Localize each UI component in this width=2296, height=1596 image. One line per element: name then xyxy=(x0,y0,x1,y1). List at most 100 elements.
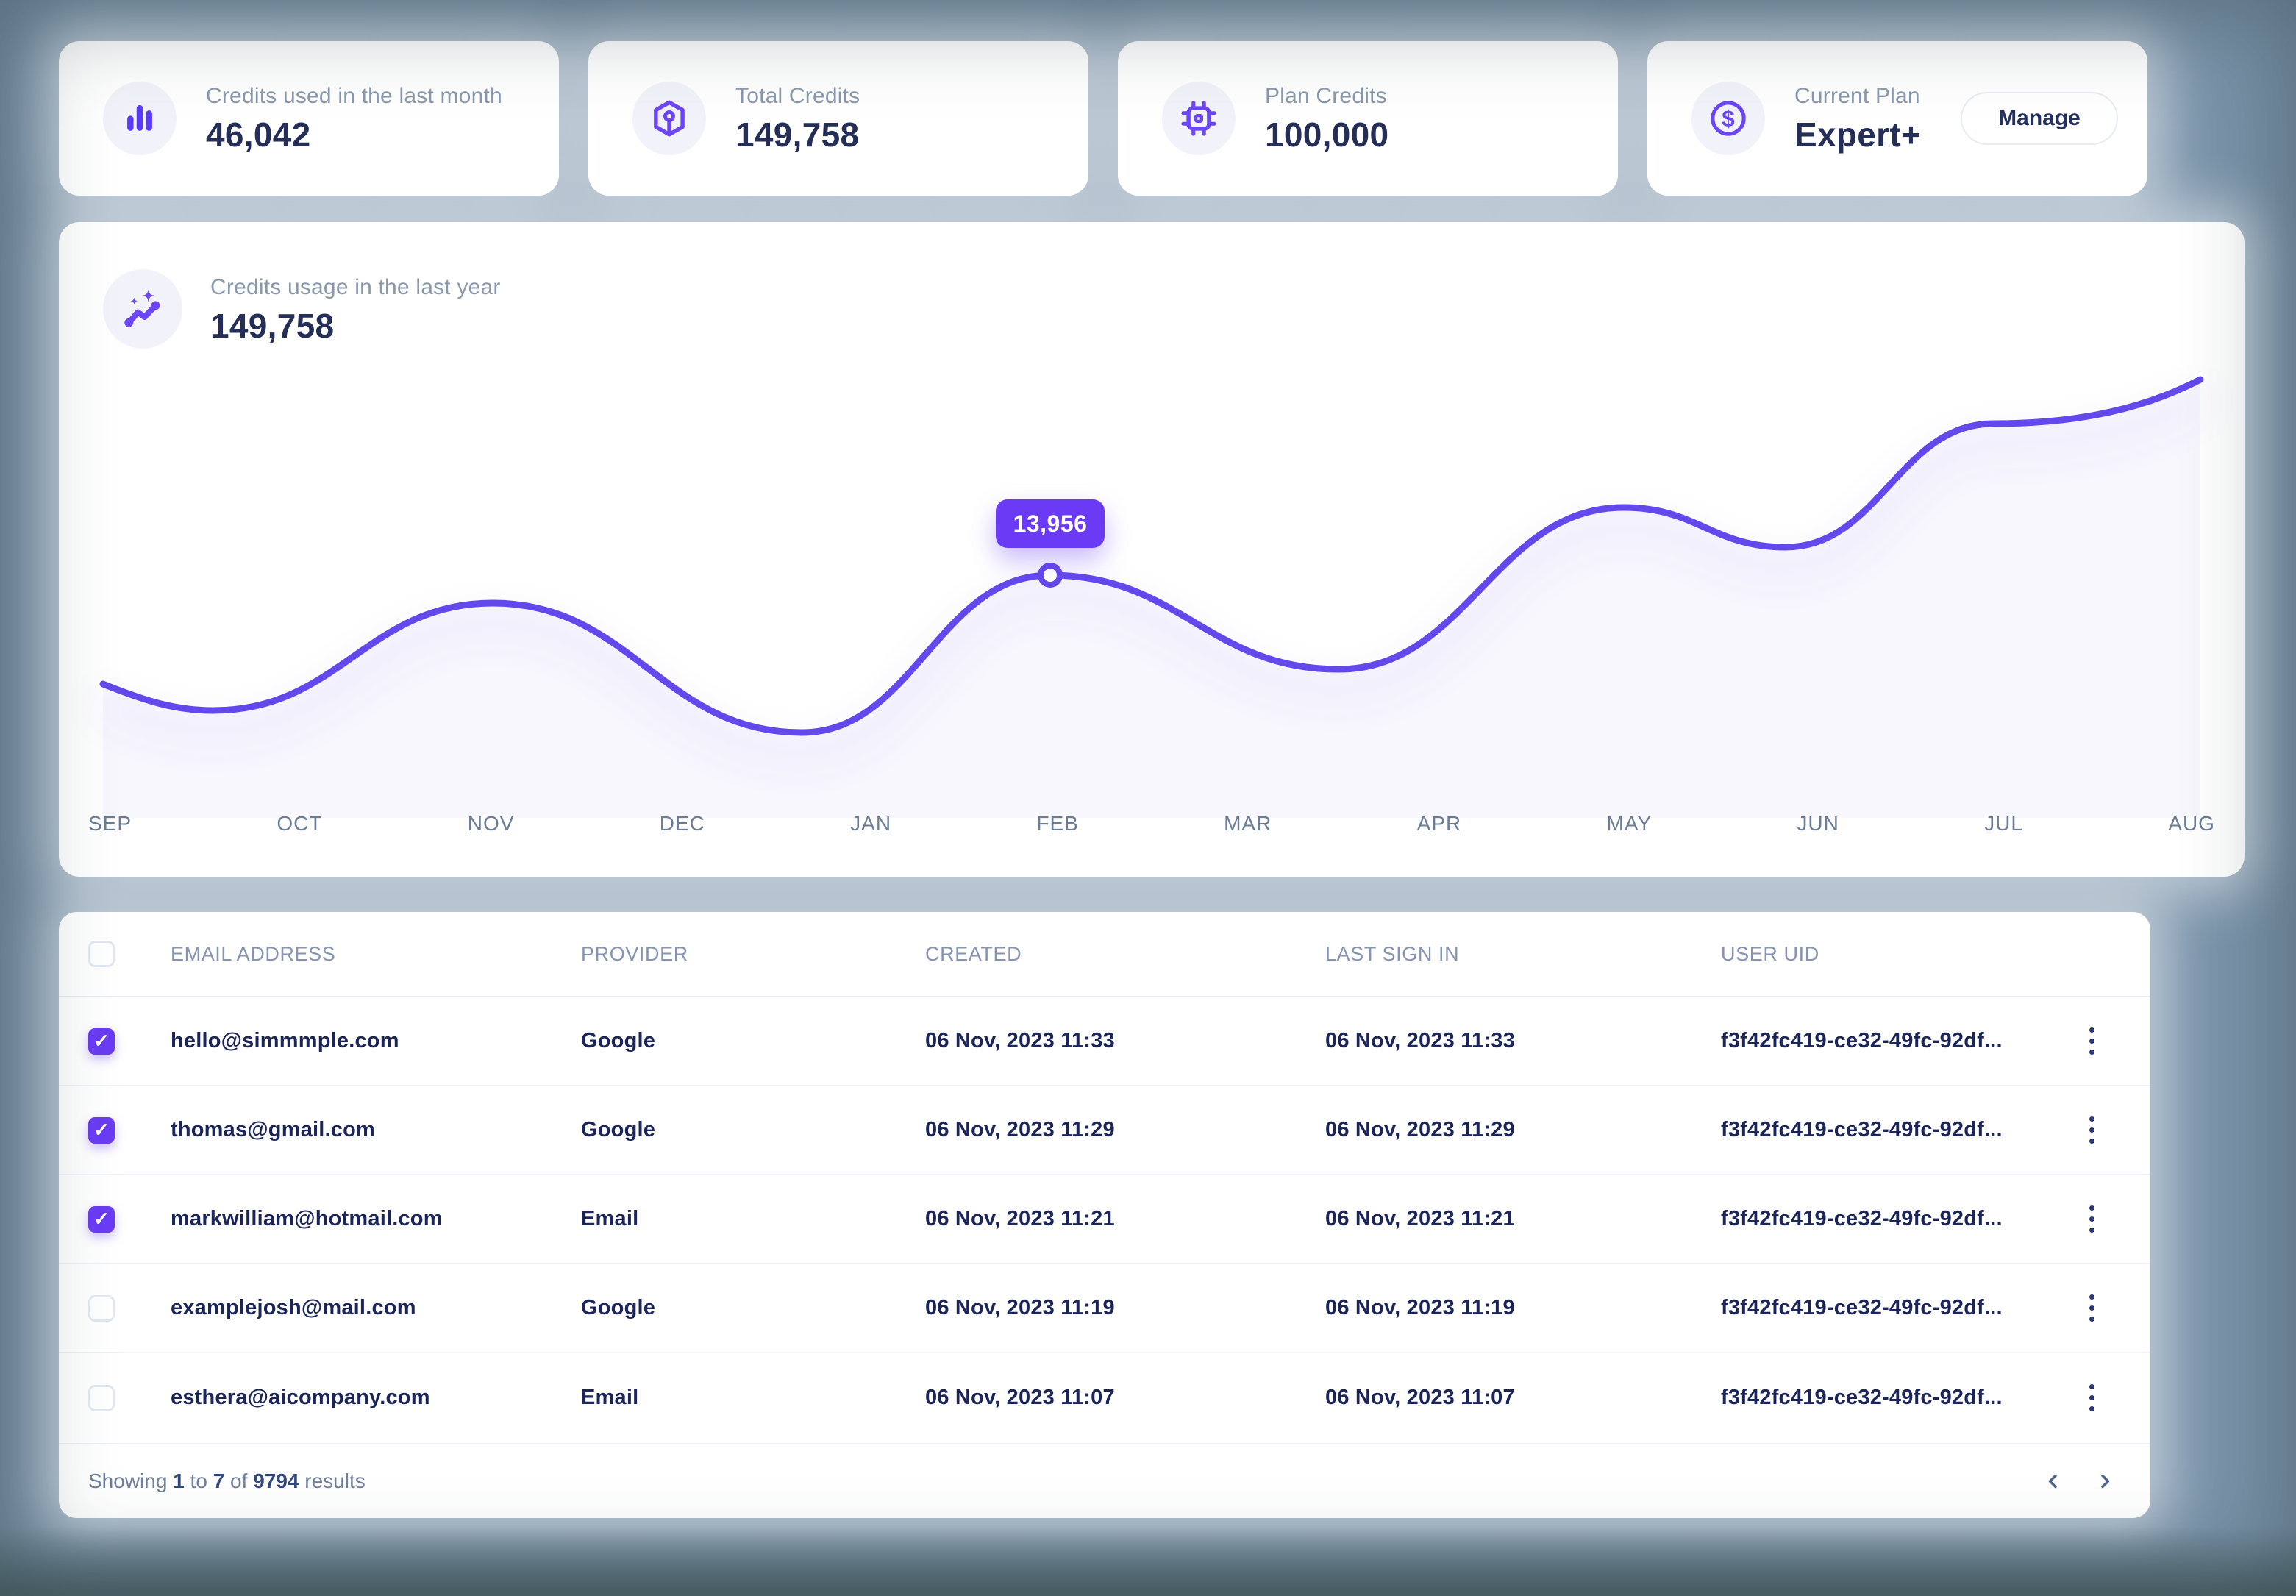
cell-created: 06 Nov, 2023 11:29 xyxy=(925,1118,1325,1142)
x-axis-label: MAY xyxy=(1607,812,1653,849)
results-total: 9794 xyxy=(253,1469,299,1492)
table-row: esthera@aicompany.comEmail06 Nov, 2023 1… xyxy=(59,1353,2150,1442)
row-checkbox[interactable] xyxy=(88,1385,115,1411)
dollar-icon: $ xyxy=(1707,97,1750,140)
stat-value: Expert+ xyxy=(1794,115,1921,154)
column-header-provider: PROVIDER xyxy=(581,943,925,966)
cube-icon xyxy=(648,97,691,140)
x-axis-label: DEC xyxy=(660,812,705,849)
stat-icon-circle xyxy=(1162,82,1236,155)
table-row: examplejosh@mail.comGoogle 06 Nov, 2023 1… xyxy=(59,1264,2150,1353)
pagination-controls xyxy=(2037,1465,2121,1497)
bar-chart-icon xyxy=(118,97,161,140)
results-word: results xyxy=(304,1469,365,1492)
of-word: of xyxy=(230,1469,247,1492)
stat-value: 46,042 xyxy=(206,115,502,154)
column-header-created: CREATED xyxy=(925,943,1325,966)
row-actions-kebab-icon[interactable] xyxy=(2077,1294,2106,1322)
trend-line-sparkle-icon xyxy=(120,286,165,332)
stat-label: Current Plan xyxy=(1794,84,1921,109)
cell-created: 06 Nov, 2023 11:07 xyxy=(925,1386,1325,1410)
row-checkbox[interactable]: ✓ xyxy=(88,1117,115,1144)
cell-provider: Email xyxy=(581,1207,925,1231)
cell-email: esthera@aicompany.com xyxy=(171,1386,581,1410)
table-footer: Showing 1 to 7 of 9794 results xyxy=(59,1443,2150,1518)
stat-value: 100,000 xyxy=(1265,115,1388,154)
column-header-last-sign-in: LAST SIGN IN xyxy=(1325,943,1721,966)
users-table-card: EMAIL ADDRESS PROVIDER CREATED LAST SIGN… xyxy=(59,912,2150,1518)
table-row: ✓thomas@gmail.comGoogle06 Nov, 2023 11:2… xyxy=(59,1086,2150,1175)
stat-label: Credits used in the last month xyxy=(206,84,502,109)
cell-user-uid: f3f42fc419-ce32-49fc-92df... xyxy=(1721,1296,2077,1320)
cell-provider: Google xyxy=(581,1029,925,1053)
stat-label: Plan Credits xyxy=(1265,84,1388,109)
x-axis-label: JAN xyxy=(850,812,891,849)
x-axis-label: JUN xyxy=(1797,812,1839,849)
chart-title: Credits usage in the last year xyxy=(210,275,501,300)
table-row: ✓hello@simmmple.comGoogle06 Nov, 2023 11… xyxy=(59,997,2150,1086)
row-actions-kebab-icon[interactable] xyxy=(2077,1116,2106,1144)
column-header-email: EMAIL ADDRESS xyxy=(171,943,581,966)
stat-card-total-credits: Total Credits 149,758 xyxy=(588,41,1088,196)
showing-word: Showing xyxy=(88,1469,167,1492)
x-axis-label: FEB xyxy=(1036,812,1078,849)
cell-user-uid: f3f42fc419-ce32-49fc-92df... xyxy=(1721,1118,2077,1142)
cell-email: markwilliam@hotmail.com xyxy=(171,1207,581,1231)
credits-line-chart[interactable] xyxy=(59,332,2245,818)
table-header-row: EMAIL ADDRESS PROVIDER CREATED LAST SIGN… xyxy=(59,912,2150,997)
bottom-gradient-band xyxy=(0,1526,2296,1596)
chevron-right-icon xyxy=(2096,1472,2114,1490)
cell-email: hello@simmmple.com xyxy=(171,1029,581,1053)
cell-last-sign-in: 06 Nov, 2023 11:33 xyxy=(1325,1029,1721,1053)
cell-last-sign-in: 06 Nov, 2023 11:19 xyxy=(1325,1296,1721,1320)
row-actions-kebab-icon[interactable] xyxy=(2077,1205,2106,1233)
stat-value: 149,758 xyxy=(735,115,860,154)
cell-last-sign-in: 06 Nov, 2023 11:29 xyxy=(1325,1118,1721,1142)
previous-page-button[interactable] xyxy=(2037,1465,2069,1497)
stat-card-credits-used: Credits used in the last month 46,042 xyxy=(59,41,559,196)
chevron-left-icon xyxy=(2044,1472,2062,1490)
cell-user-uid: f3f42fc419-ce32-49fc-92df... xyxy=(1721,1386,2077,1410)
table-row: ✓markwilliam@hotmail.comEmail06 Nov, 202… xyxy=(59,1175,2150,1264)
cell-email: examplejosh@mail.com xyxy=(171,1296,581,1320)
dashboard: { "colors": { "background": "#7b94ab", "… xyxy=(0,0,2296,1596)
chip-icon xyxy=(1177,97,1220,140)
range-end: 7 xyxy=(213,1469,225,1492)
row-checkbox[interactable]: ✓ xyxy=(88,1028,115,1055)
cell-last-sign-in: 06 Nov, 2023 11:21 xyxy=(1325,1207,1721,1231)
cell-user-uid: f3f42fc419-ce32-49fc-92df... xyxy=(1721,1207,2077,1231)
stat-icon-circle xyxy=(632,82,706,155)
svg-text:$: $ xyxy=(1722,106,1735,132)
table-body: ✓hello@simmmple.comGoogle06 Nov, 2023 11… xyxy=(59,997,2150,1442)
cell-user-uid: f3f42fc419-ce32-49fc-92df... xyxy=(1721,1029,2077,1053)
row-actions-kebab-icon[interactable] xyxy=(2077,1027,2106,1055)
x-axis-labels: SEPOCTNOVDECJANFEBMARAPRMAYJUNJULAUG xyxy=(59,812,2245,849)
x-axis-label: JUL xyxy=(1984,812,2023,849)
row-actions-kebab-icon[interactable] xyxy=(2077,1384,2106,1411)
cell-created: 06 Nov, 2023 11:33 xyxy=(925,1029,1325,1053)
chart-tooltip: 13,956 xyxy=(996,499,1105,548)
credits-usage-chart-card: Credits usage in the last year 149,758 1… xyxy=(59,222,2245,877)
to-word: to xyxy=(190,1469,207,1492)
row-checkbox[interactable]: ✓ xyxy=(88,1206,115,1233)
cell-provider: Google xyxy=(581,1118,925,1142)
results-summary: Showing 1 to 7 of 9794 results xyxy=(88,1469,366,1493)
select-all-checkbox[interactable] xyxy=(88,941,115,967)
row-checkbox[interactable] xyxy=(88,1295,115,1322)
manage-plan-button[interactable]: Manage xyxy=(1961,92,2118,145)
x-axis-label: MAR xyxy=(1224,812,1272,849)
x-axis-label: SEP xyxy=(88,812,132,849)
stat-card-current-plan: $ Current Plan Expert+ Manage xyxy=(1647,41,2147,196)
cell-created: 06 Nov, 2023 11:21 xyxy=(925,1207,1325,1231)
column-header-user-uid: USER UID xyxy=(1721,943,2077,966)
x-axis-label: APR xyxy=(1417,812,1462,849)
cell-provider: Google xyxy=(581,1296,925,1320)
x-axis-label: AUG xyxy=(2168,812,2215,849)
cell-last-sign-in: 06 Nov, 2023 11:07 xyxy=(1325,1386,1721,1410)
stat-icon-circle xyxy=(103,82,177,155)
stat-card-plan-credits: Plan Credits 100,000 xyxy=(1118,41,1618,196)
next-page-button[interactable] xyxy=(2089,1465,2121,1497)
data-point-marker[interactable] xyxy=(1041,566,1060,585)
range-start: 1 xyxy=(173,1469,185,1492)
cell-email: thomas@gmail.com xyxy=(171,1118,581,1142)
